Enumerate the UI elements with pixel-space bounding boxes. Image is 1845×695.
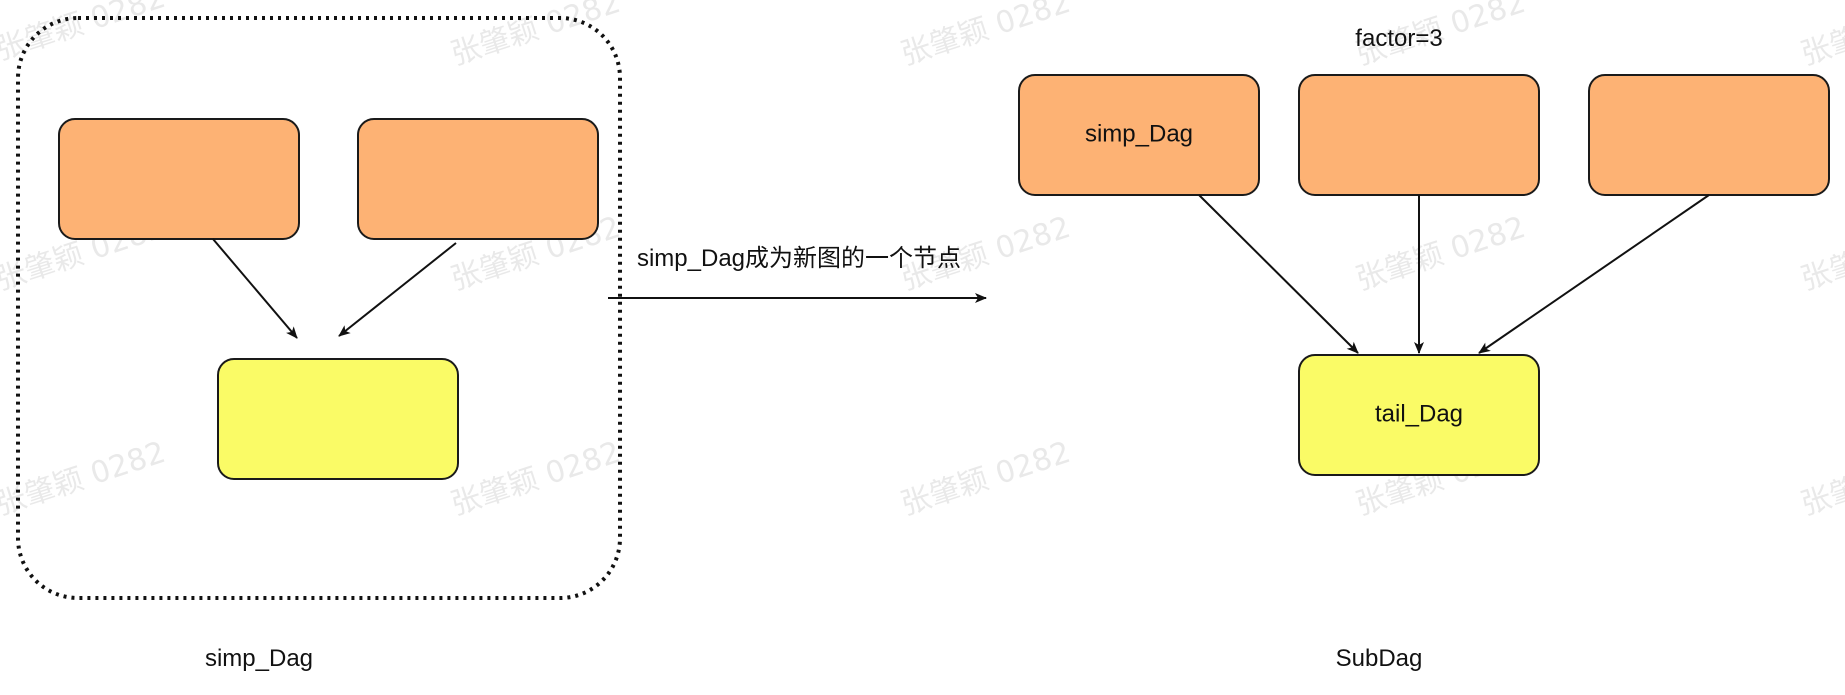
right-node-middle[interactable] [1298,74,1540,196]
watermark-text: 张肇颖 0282 [897,0,1075,73]
right-panel-caption: SubDag [1336,645,1423,672]
right-node-tail-dag[interactable]: tail_Dag [1298,354,1540,476]
node-rect [217,358,459,480]
watermark-text: 张肇颖 0282 [1797,0,1845,73]
watermark-text: 张肇颖 0282 [0,0,170,68]
watermark-text: 张肇颖 0282 [0,435,170,523]
left-edge-1 [212,238,298,339]
left-panel: simp_Dag [16,16,622,672]
transition-label: simp_Dag成为新图的一个节点 [637,245,961,272]
right-node-right[interactable] [1588,74,1830,196]
watermark-text: 张肇颖 0282 [1797,435,1845,523]
left-edge-2 [338,242,457,337]
left-node-top-left[interactable] [58,118,300,240]
watermark-text: 张肇颖 0282 [447,0,625,73]
node-rect [1588,74,1830,196]
simp-dag-group-border [16,16,622,600]
node-label: tail_Dag [1375,400,1463,427]
watermark-text: 张肇颖 0282 [1352,210,1530,298]
right-edge-1 [1198,194,1359,354]
factor-label: factor=3 [1355,25,1442,52]
left-node-bottom[interactable] [217,358,459,480]
right-node-simp-dag[interactable]: simp_Dag [1018,74,1260,196]
diagram-canvas: 张肇颖 0282 张肇颖 0282 张肇颖 0282 张肇颖 0282 张肇颖 … [0,0,1845,672]
right-panel: factor=3 simp_Dag tail_Dag SubDag [1018,25,1830,672]
node-rect [1298,74,1540,196]
node-label: simp_Dag [1085,120,1193,147]
node-rect [58,118,300,240]
watermark-text: 张肇颖 0282 [897,435,1075,523]
left-node-top-right[interactable] [357,118,599,240]
left-panel-caption: simp_Dag [205,645,313,672]
watermark-text: 张肇颖 0282 [447,435,625,523]
node-rect [357,118,599,240]
watermark-text: 张肇颖 0282 [1797,210,1845,298]
